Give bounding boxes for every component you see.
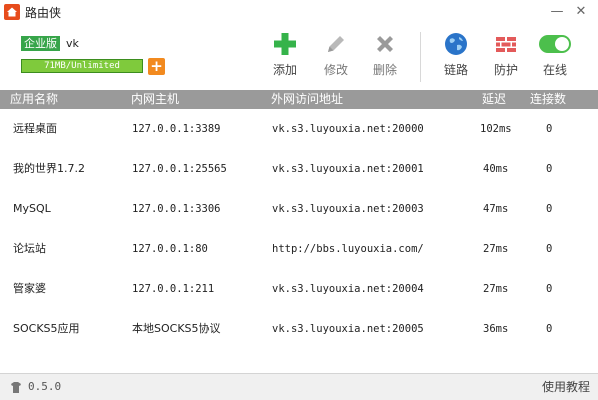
firewall-label: 防护 [493,63,518,77]
app-name: 我的世界1.7.2 [13,162,85,175]
external-address: vk.s3.luyouxia.net:20005 [272,323,424,335]
table-row[interactable]: 远程桌面 127.0.0.1:3389 vk.s3.luyouxia.net:2… [0,109,598,149]
internal-host: 127.0.0.1:25565 [132,163,227,175]
add-button[interactable]: 添加 [263,32,307,82]
app-name: MySQL [13,202,51,215]
app-name: 论坛站 [13,242,46,255]
edit-label: 修改 [323,63,348,77]
app-title: 路由侠 [25,6,62,20]
add-label: 添加 [272,63,297,77]
connection-count: 0 [546,123,553,135]
app-name: SOCKS5应用 [13,322,80,335]
delete-button[interactable]: 删除 [363,32,407,82]
internal-host: 127.0.0.1:211 [132,283,215,295]
app-name: 远程桌面 [13,122,57,135]
table-row[interactable]: SOCKS5应用 本地SOCKS5协议 vk.s3.luyouxia.net:2… [0,309,598,349]
column-header-connections[interactable]: 连接数 [530,90,566,109]
external-address: vk.s3.luyouxia.net:20004 [272,283,424,295]
latency: 102ms [480,123,512,135]
shirt-icon [11,382,21,393]
internal-host: 127.0.0.1:3389 [132,123,221,135]
table-row[interactable]: MySQL 127.0.0.1:3306 vk.s3.luyouxia.net:… [0,189,598,229]
traffic-quota-bar: 71MB/Unlimited [21,59,143,73]
online-label: 在线 [542,63,567,77]
username: vk [66,37,79,50]
mapping-table: 远程桌面 127.0.0.1:3389 vk.s3.luyouxia.net:2… [0,109,598,371]
firewall-button[interactable]: 防护 [484,32,528,82]
edition-badge: 企业版 [21,36,60,51]
tutorial-link[interactable]: 使用教程 [542,374,590,400]
link-button[interactable]: 链路 [434,32,478,82]
close-button[interactable]: ✕ [570,2,592,22]
latency: 27ms [483,243,509,255]
column-header-external[interactable]: 外网访问地址 [271,90,343,109]
internal-host: 本地SOCKS5协议 [132,322,221,335]
toolbar-divider [420,32,421,82]
connection-count: 0 [546,203,553,215]
connection-count: 0 [546,323,553,335]
table-row[interactable]: 论坛站 127.0.0.1:80 http://bbs.luyouxia.com… [0,229,598,269]
column-header-latency[interactable]: 延迟 [482,90,506,109]
column-header-host[interactable]: 内网主机 [131,90,179,109]
connection-count: 0 [546,163,553,175]
internal-host: 127.0.0.1:80 [132,243,208,255]
connection-count: 0 [546,283,553,295]
latency: 36ms [483,323,509,335]
edit-button[interactable]: 修改 [314,32,358,82]
brick-wall-icon [496,37,516,52]
pencil-icon [328,36,344,52]
add-quota-button[interactable]: + [148,58,165,75]
app-name: 管家婆 [13,282,46,295]
minimize-button[interactable]: — [546,2,568,22]
table-row[interactable]: 管家婆 127.0.0.1:211 vk.s3.luyouxia.net:200… [0,269,598,309]
latency: 40ms [483,163,509,175]
x-icon [377,36,393,52]
table-header: 应用名称 内网主机 外网访问地址 延迟 连接数 [0,90,598,109]
globe-icon [445,33,467,55]
online-toggle[interactable]: 在线 [533,32,577,82]
link-label: 链路 [443,63,468,77]
latency: 47ms [483,203,509,215]
status-bar: 0.5.0 使用教程 [0,373,598,400]
latency: 27ms [483,283,509,295]
connection-count: 0 [546,243,553,255]
toggle-on-icon [539,35,571,53]
delete-label: 删除 [372,63,397,77]
home-icon [4,4,20,20]
external-address: http://bbs.luyouxia.com/ [272,243,424,255]
external-address: vk.s3.luyouxia.net:20001 [272,163,424,175]
toolbar: 企业版 vk 71MB/Unlimited + 添加 修改 删除 链路 防护 在… [0,24,598,90]
internal-host: 127.0.0.1:3306 [132,203,221,215]
table-row[interactable]: 我的世界1.7.2 127.0.0.1:25565 vk.s3.luyouxia… [0,149,598,189]
title-bar: 路由侠 — ✕ [0,0,598,24]
column-header-name[interactable]: 应用名称 [10,90,58,109]
version-label: 0.5.0 [28,380,62,393]
external-address: vk.s3.luyouxia.net:20003 [272,203,424,215]
external-address: vk.s3.luyouxia.net:20000 [272,123,424,135]
plus-icon [274,33,296,55]
